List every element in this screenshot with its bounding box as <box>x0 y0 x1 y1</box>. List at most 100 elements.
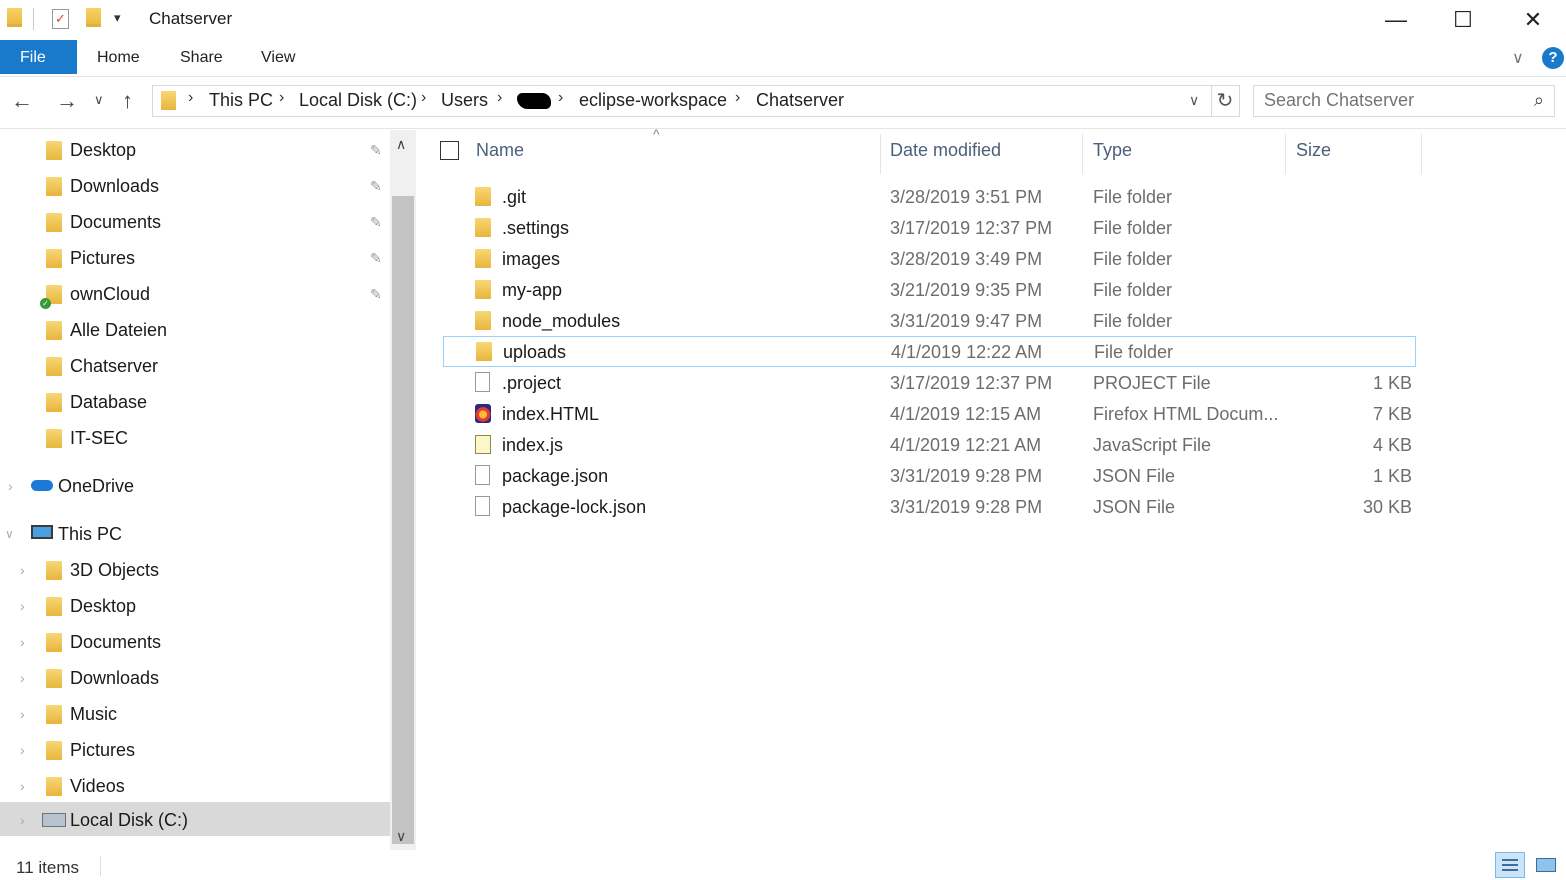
details-view-button[interactable] <box>1495 852 1525 878</box>
sidebar-item-downloads[interactable]: Downloads ✎ <box>0 168 390 202</box>
tab-home[interactable]: Home <box>77 40 160 74</box>
address-dropdown-icon[interactable]: ∨ <box>1189 92 1199 109</box>
sidebar-item-onedrive[interactable]: › OneDrive <box>0 468 390 502</box>
column-header-type[interactable]: Type <box>1093 140 1132 161</box>
file-row[interactable]: uploads 4/1/2019 12:22 AM File folder <box>443 336 1416 367</box>
address-bar[interactable]: › This PC › Local Disk (C:) › Users › › … <box>152 85 1212 117</box>
file-date: 3/21/2019 9:35 PM <box>890 280 1043 300</box>
pin-icon[interactable]: ✎ <box>370 240 382 276</box>
search-icon[interactable]: ⌕ <box>1534 90 1544 111</box>
chevron-right-icon[interactable]: › <box>20 732 25 768</box>
folder-icon <box>475 311 491 330</box>
file-row[interactable]: my-app 3/21/2019 9:35 PM File folder <box>443 275 1416 306</box>
column-divider[interactable] <box>880 134 881 174</box>
file-name: node_modules <box>502 311 621 331</box>
sidebar-item-label: 3D Objects <box>70 560 160 580</box>
pin-icon[interactable]: ✎ <box>370 168 382 204</box>
pin-icon[interactable]: ✎ <box>370 132 382 168</box>
sidebar-item-chatserver[interactable]: Chatserver <box>0 348 390 382</box>
downloads-folder-icon <box>46 669 62 688</box>
file-row[interactable]: index.HTML 4/1/2019 12:15 AM Firefox HTM… <box>443 399 1416 430</box>
folder-icon <box>475 280 491 299</box>
sidebar-item-3d-objects[interactable]: › 3D Objects <box>0 552 390 586</box>
file-row[interactable]: package.json 3/31/2019 9:28 PM JSON File… <box>443 461 1416 492</box>
breadcrumb-chatserver[interactable]: Chatserver <box>756 90 844 111</box>
address-toolbar: ← → ∨ ↑ › This PC › Local Disk (C:) › Us… <box>0 76 1566 129</box>
sidebar-item-pictures-pc[interactable]: › Pictures <box>0 732 390 766</box>
large-icons-view-button[interactable] <box>1532 852 1562 878</box>
chevron-right-icon[interactable]: › <box>8 468 13 504</box>
column-divider[interactable] <box>1082 134 1083 174</box>
properties-icon[interactable]: ✓ <box>52 9 69 29</box>
chevron-right-icon[interactable]: › <box>20 660 25 696</box>
file-row[interactable]: .project 3/17/2019 12:37 PM PROJECT File… <box>443 368 1416 399</box>
sidebar-item-owncloud[interactable]: ✓ ownCloud ✎ <box>0 276 390 310</box>
column-header-size[interactable]: Size <box>1296 140 1331 161</box>
sidebar-item-label: OneDrive <box>58 476 135 496</box>
scrollbar-thumb[interactable] <box>392 196 414 844</box>
expand-ribbon-icon[interactable]: ∨ <box>1512 48 1524 68</box>
column-header-name[interactable]: Name <box>476 140 524 161</box>
sidebar-item-videos[interactable]: › Videos <box>0 768 390 802</box>
sidebar-item-music[interactable]: › Music <box>0 696 390 730</box>
sidebar-item-local-disk[interactable]: › Local Disk (C:) <box>0 802 390 836</box>
forward-button[interactable]: → <box>56 88 78 114</box>
folder-icon <box>476 342 492 361</box>
file-row[interactable]: .settings 3/17/2019 12:37 PM File folder <box>443 213 1416 244</box>
breadcrumb-this-pc[interactable]: This PC <box>209 90 273 111</box>
chevron-right-icon[interactable]: › <box>20 552 25 588</box>
tab-share[interactable]: Share <box>160 40 243 74</box>
sidebar-item-desktop[interactable]: Desktop ✎ <box>0 132 390 166</box>
up-button[interactable]: ↑ <box>122 88 133 114</box>
select-all-checkbox[interactable] <box>440 141 459 160</box>
breadcrumb-users[interactable]: Users <box>441 90 488 111</box>
minimize-button[interactable]: — <box>1363 0 1429 40</box>
chevron-down-icon[interactable]: ∨ <box>5 516 14 552</box>
sidebar-item-label: Pictures <box>70 740 136 760</box>
tab-file[interactable]: File <box>0 40 77 74</box>
tab-view[interactable]: View <box>241 40 315 74</box>
search-input[interactable] <box>1254 86 1524 114</box>
sidebar-item-this-pc[interactable]: ∨ This PC <box>0 516 390 550</box>
refresh-button[interactable]: ↻ <box>1211 85 1240 117</box>
search-box[interactable]: ⌕ <box>1253 85 1555 117</box>
scroll-up-icon[interactable]: ∧ <box>396 136 406 153</box>
sidebar-item-pictures[interactable]: Pictures ✎ <box>0 240 390 274</box>
breadcrumb-eclipse-workspace[interactable]: eclipse-workspace <box>579 90 727 111</box>
scroll-down-icon[interactable]: ∨ <box>396 828 406 845</box>
recent-locations-button[interactable]: ∨ <box>94 92 104 108</box>
pin-icon[interactable]: ✎ <box>370 276 382 312</box>
sidebar-item-documents-pc[interactable]: › Documents <box>0 624 390 658</box>
sidebar-item-alle-dateien[interactable]: Alle Dateien <box>0 312 390 346</box>
column-divider[interactable] <box>1285 134 1286 174</box>
help-icon[interactable]: ? <box>1542 47 1564 69</box>
chevron-right-icon[interactable]: › <box>20 696 25 732</box>
chevron-right-icon[interactable]: › <box>20 588 25 624</box>
chevron-right-icon[interactable]: › <box>20 624 25 660</box>
navigation-scrollbar[interactable]: ∧ ∨ <box>390 130 416 850</box>
pin-icon[interactable]: ✎ <box>370 204 382 240</box>
file-row[interactable]: .git 3/28/2019 3:51 PM File folder <box>443 182 1416 213</box>
file-row[interactable]: node_modules 3/31/2019 9:47 PM File fold… <box>443 306 1416 337</box>
file-list: Name ^ Date modified Type Size .git 3/28… <box>416 126 1566 850</box>
redacted-username[interactable] <box>517 93 551 109</box>
customize-toolbar-icon[interactable]: ▾ <box>114 10 121 26</box>
back-button[interactable]: ← <box>11 88 33 114</box>
new-folder-icon[interactable] <box>86 8 101 27</box>
videos-folder-icon <box>46 777 62 796</box>
chevron-right-icon[interactable]: › <box>20 802 25 838</box>
sidebar-item-documents[interactable]: Documents ✎ <box>0 204 390 238</box>
file-row[interactable]: images 3/28/2019 3:49 PM File folder <box>443 244 1416 275</box>
sidebar-item-database[interactable]: Database <box>0 384 390 418</box>
column-divider[interactable] <box>1421 134 1422 174</box>
sidebar-item-downloads-pc[interactable]: › Downloads <box>0 660 390 694</box>
sidebar-item-desktop-pc[interactable]: › Desktop <box>0 588 390 622</box>
sidebar-item-it-sec[interactable]: IT-SEC <box>0 420 390 454</box>
column-header-date[interactable]: Date modified <box>890 140 1001 161</box>
close-button[interactable]: ✕ <box>1500 0 1566 40</box>
file-row[interactable]: index.js 4/1/2019 12:21 AM JavaScript Fi… <box>443 430 1416 461</box>
file-row[interactable]: package-lock.json 3/31/2019 9:28 PM JSON… <box>443 492 1416 523</box>
chevron-right-icon[interactable]: › <box>20 768 25 804</box>
maximize-button[interactable]: ☐ <box>1430 0 1496 40</box>
breadcrumb-local-disk[interactable]: Local Disk (C:) <box>299 90 417 111</box>
